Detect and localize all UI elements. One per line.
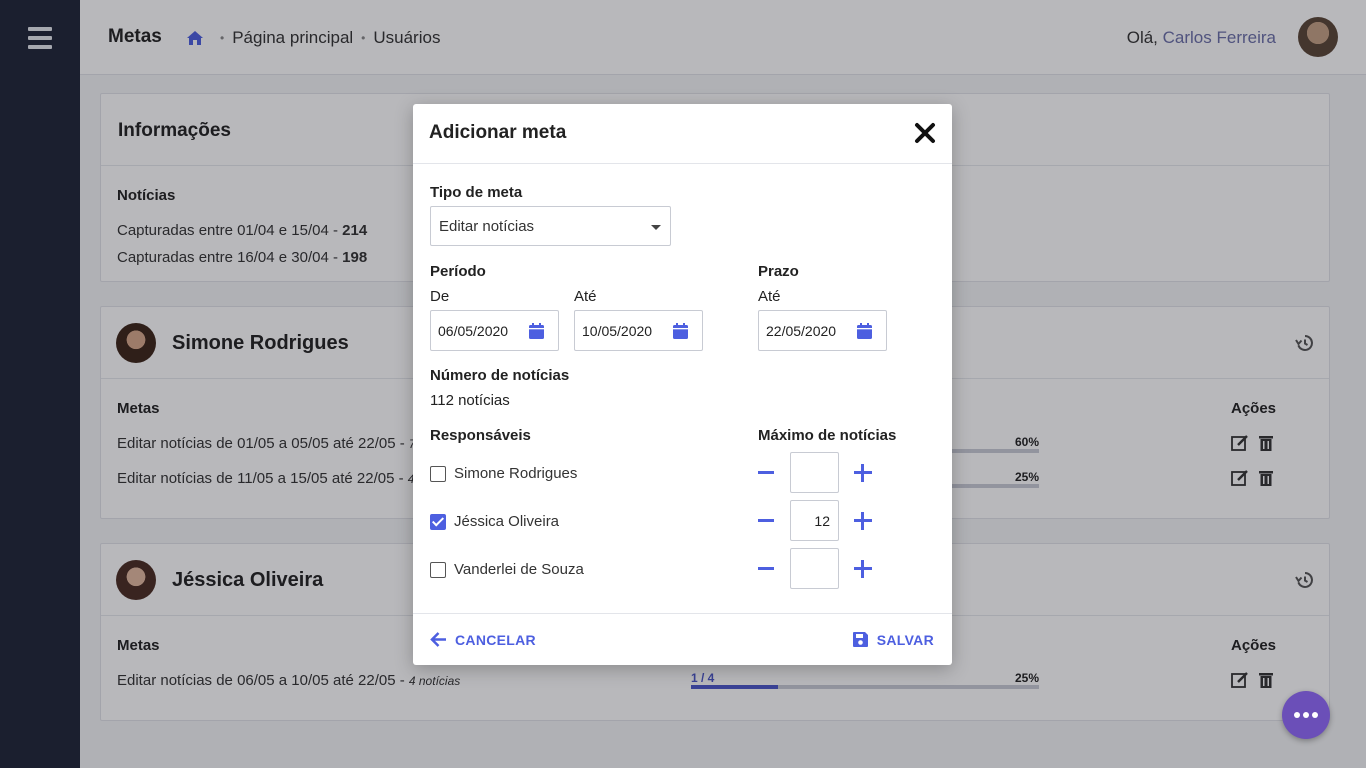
to-date-value: 10/05/2020: [582, 323, 653, 339]
goal-type-value: Editar notícias: [439, 218, 535, 235]
quantity-stepper: [758, 452, 872, 493]
max-news-input[interactable]: 12: [790, 500, 839, 541]
from-date-input[interactable]: 06/05/2020: [430, 310, 559, 351]
cancel-button[interactable]: CANCELAR: [430, 631, 536, 648]
quantity-stepper: [758, 548, 872, 589]
calendar-icon[interactable]: [857, 323, 872, 339]
to-label: Até: [574, 288, 597, 305]
save-button[interactable]: SALVAR: [852, 631, 934, 648]
calendar-icon[interactable]: [529, 323, 544, 339]
to-date-input[interactable]: 10/05/2020: [574, 310, 703, 351]
from-label: De: [430, 288, 450, 305]
responsibles-label: Responsáveis: [430, 427, 531, 444]
minus-icon[interactable]: [758, 471, 774, 474]
deadline-to-label: Até: [758, 288, 781, 305]
responsible-name: Vanderlei de Souza: [454, 561, 584, 578]
responsible-name: Jéssica Oliveira: [454, 513, 560, 530]
close-icon[interactable]: [914, 122, 936, 144]
checkbox[interactable]: [430, 561, 446, 578]
chevron-down-icon: [651, 225, 661, 230]
news-count-value: 112 notícias: [430, 392, 510, 409]
dot-icon: [1303, 712, 1309, 718]
goal-type-select[interactable]: Editar notícias: [430, 206, 671, 246]
news-count-label: Número de notícias: [430, 367, 570, 384]
minus-icon[interactable]: [758, 567, 774, 570]
quantity-stepper: 12: [758, 500, 872, 541]
deadline-label: Prazo: [758, 263, 799, 280]
modal-header: Adicionar meta: [413, 104, 952, 164]
minus-icon[interactable]: [758, 519, 774, 522]
add-goal-modal: Adicionar meta Tipo de meta Editar notíc…: [413, 104, 952, 665]
responsible-row[interactable]: Simone Rodrigues: [430, 465, 577, 482]
responsible-name: Simone Rodrigues: [454, 465, 578, 482]
plus-icon[interactable]: [854, 559, 872, 578]
goal-type-label: Tipo de meta: [430, 184, 523, 201]
plus-icon[interactable]: [854, 511, 872, 530]
period-label: Período: [430, 263, 486, 280]
responsible-row[interactable]: Vanderlei de Souza: [430, 561, 584, 578]
calendar-icon[interactable]: [673, 323, 688, 339]
dot-icon: [1312, 712, 1318, 718]
checkbox[interactable]: [430, 513, 446, 530]
modal-footer: CANCELAR SALVAR: [413, 613, 952, 665]
save-icon: [852, 632, 868, 647]
arrow-left-icon: [430, 632, 446, 647]
responsible-row[interactable]: Jéssica Oliveira: [430, 513, 559, 530]
modal-title: Adicionar meta: [429, 122, 567, 143]
more-options-button[interactable]: [1282, 691, 1330, 739]
save-label: SALVAR: [876, 631, 934, 648]
max-news-input[interactable]: [790, 452, 839, 493]
plus-icon[interactable]: [854, 463, 872, 482]
checkbox[interactable]: [430, 465, 446, 482]
deadline-date-input[interactable]: 22/05/2020: [758, 310, 887, 351]
dot-icon: [1294, 712, 1300, 718]
max-news-input[interactable]: [790, 548, 839, 589]
from-date-value: 06/05/2020: [438, 323, 509, 339]
deadline-date-value: 22/05/2020: [766, 323, 837, 339]
max-news-label: Máximo de notícias: [758, 427, 897, 444]
cancel-label: CANCELAR: [455, 631, 536, 648]
